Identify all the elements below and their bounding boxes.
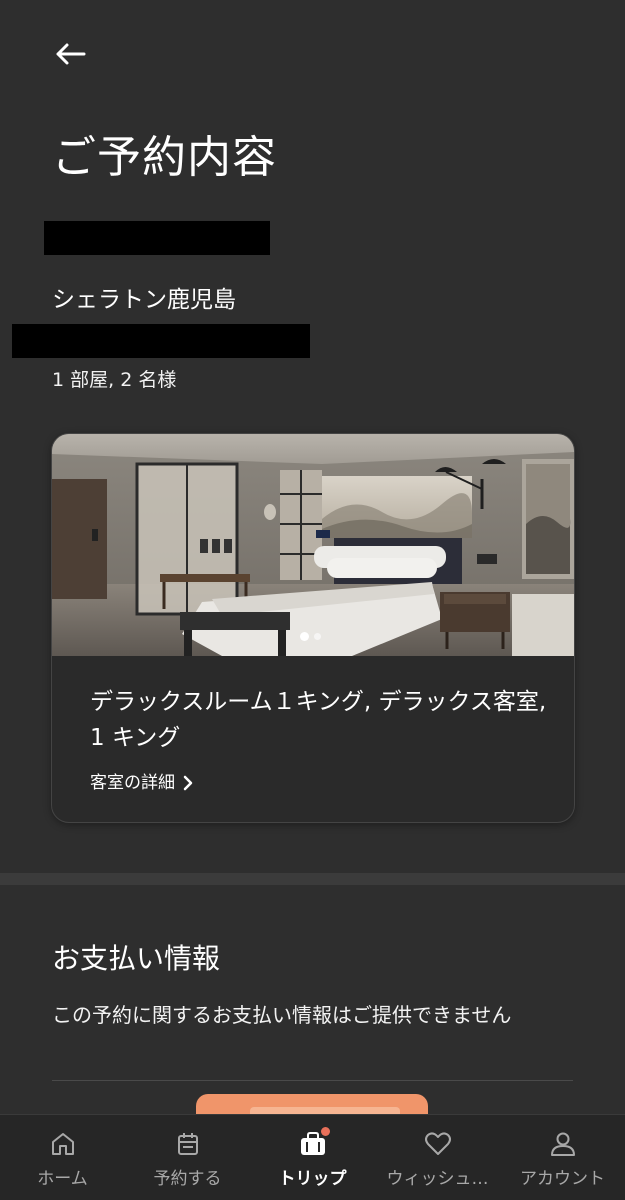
nav-item-trips[interactable]: トリップ [250,1115,375,1200]
room-details-link[interactable]: 客室の詳細 [90,770,193,796]
room-name: デラックスルーム１キング, デラックス客室, 1 キング [90,689,547,751]
section-divider [0,873,625,885]
arrow-left-icon [56,43,86,65]
redacted-block [44,221,270,255]
nav-item-book[interactable]: 予約する [125,1115,250,1200]
page-title: ご予約内容 [52,132,277,183]
nav-item-wishlist[interactable]: ウィッシュ… [375,1115,500,1200]
redacted-block [12,324,310,358]
payment-info-message: この予約に関するお支払い情報はご提供できません [52,1003,512,1027]
divider-line [52,1080,573,1081]
bottom-nav: ホーム 予約する トリップ ウィッシュ… アカウント [0,1114,625,1200]
heart-icon [423,1129,453,1159]
home-icon [48,1129,78,1159]
nav-label-book: 予約する [153,1169,222,1189]
room-photo[interactable] [52,434,574,656]
room-card[interactable]: デラックスルーム１キング, デラックス客室, 1 キング 客室の詳細 [51,433,575,823]
nav-label-trips: トリップ [278,1169,347,1189]
user-icon [548,1129,578,1159]
carousel-dots[interactable] [300,632,321,641]
nav-label-wishlist: ウィッシュ… [386,1169,489,1189]
back-button[interactable] [50,34,90,74]
nav-item-home[interactable]: ホーム [0,1115,125,1200]
room-details-label: 客室の詳細 [90,773,175,793]
nav-label-home: ホーム [37,1169,88,1189]
calendar-icon [173,1129,203,1159]
payment-section-title: お支払い情報 [52,942,221,975]
carousel-dot-active[interactable] [300,632,309,641]
room-guest-summary: 1 部屋, 2 名様 [52,369,177,391]
chevron-right-icon [183,775,193,791]
nav-label-account: アカウント [520,1169,605,1189]
hotel-name: シェラトン鹿児島 [52,287,236,313]
carousel-dot[interactable] [314,633,321,640]
reservation-details-screen: ご予約内容 シェラトン鹿児島 1 部屋, 2 名様 デラックスルーム１キング, … [0,0,625,1200]
notification-badge [321,1127,330,1136]
nav-item-account[interactable]: アカウント [500,1115,625,1200]
